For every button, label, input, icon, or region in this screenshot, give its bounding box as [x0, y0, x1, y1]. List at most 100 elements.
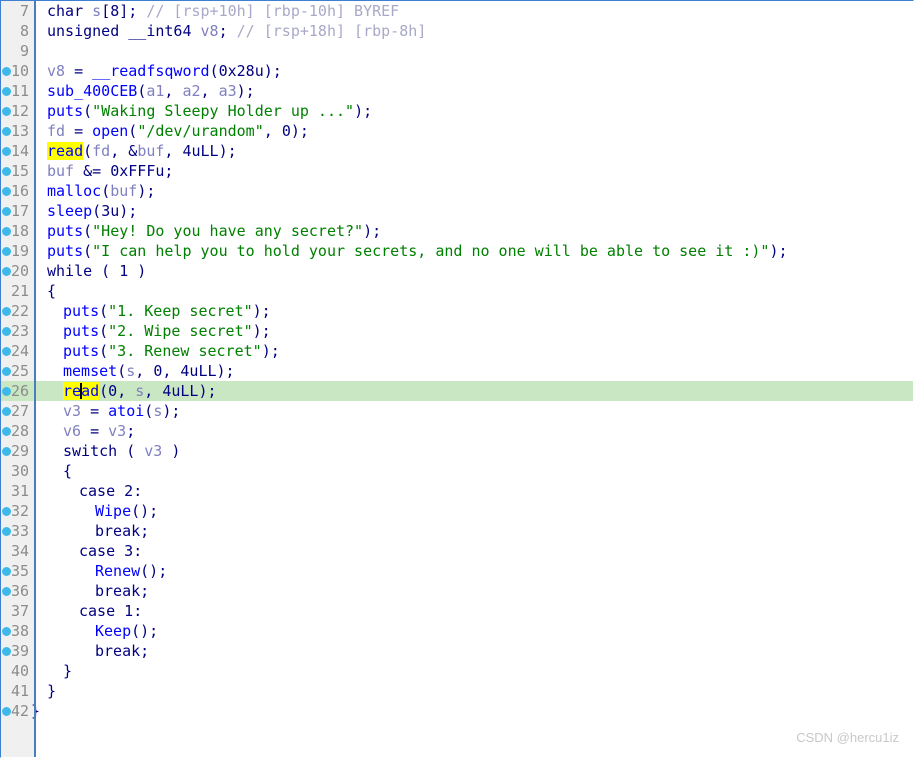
code-line[interactable]: 24 puts("3. Renew secret");	[1, 341, 913, 361]
line-number: 14	[10, 142, 29, 160]
code-text[interactable]: read(0, s, 4uLL);	[63, 381, 217, 401]
code-text[interactable]: case 3:	[79, 541, 142, 561]
code-line[interactable]: 22 puts("1. Keep secret");	[1, 301, 913, 321]
code-line[interactable]: 20 while ( 1 )	[1, 261, 913, 281]
code-line[interactable]: 37 case 1:	[1, 601, 913, 621]
code-line[interactable]: 38 Keep();	[1, 621, 913, 641]
line-number: 15	[10, 162, 29, 180]
code-line[interactable]: 29 switch ( v3 )	[1, 441, 913, 461]
line-number: 31	[10, 482, 29, 500]
line-number: 9	[19, 42, 29, 60]
line-number: 34	[10, 542, 29, 560]
code-line[interactable]: 17 sleep(3u);	[1, 201, 913, 221]
code-line[interactable]: 26 read(0, s, 4uLL);	[1, 381, 913, 401]
code-line[interactable]: 23 puts("2. Wipe secret");	[1, 321, 913, 341]
line-number: 10	[10, 62, 29, 80]
code-text[interactable]: Wipe();	[95, 501, 158, 521]
line-number: 23	[10, 322, 29, 340]
code-line[interactable]: 18 puts("Hey! Do you have any secret?");	[1, 221, 913, 241]
line-number: 13	[10, 122, 29, 140]
code-text[interactable]: v3 = atoi(s);	[63, 401, 180, 421]
code-line[interactable]: 25 memset(s, 0, 4uLL);	[1, 361, 913, 381]
code-line[interactable]: 39 break;	[1, 641, 913, 661]
line-number: 33	[10, 522, 29, 540]
code-text[interactable]: break;	[95, 581, 149, 601]
pseudocode-editor[interactable]: 7 char s[8]; // [rsp+10h] [rbp-10h] BYREF…	[0, 0, 914, 758]
code-text[interactable]: sleep(3u);	[47, 201, 137, 221]
code-text[interactable]: char s[8]; // [rsp+10h] [rbp-10h] BYREF	[47, 1, 399, 21]
code-line[interactable]: 40}	[1, 661, 913, 681]
code-line[interactable]: 31 case 2:	[1, 481, 913, 501]
code-text[interactable]: malloc(buf);	[47, 181, 155, 201]
line-number: 38	[10, 622, 29, 640]
line-number: 8	[19, 22, 29, 40]
code-text[interactable]: memset(s, 0, 4uLL);	[63, 361, 235, 381]
line-number: 17	[10, 202, 29, 220]
code-line[interactable]: 9	[1, 41, 913, 61]
code-text[interactable]: v6 = v3;	[63, 421, 135, 441]
code-line[interactable]: 33 break;	[1, 521, 913, 541]
code-text[interactable]: break;	[95, 641, 149, 661]
highlighted-identifier: read	[63, 382, 100, 400]
code-text[interactable]: unsigned __int64 v8; // [rsp+18h] [rbp-8…	[47, 21, 426, 41]
code-line[interactable]: 11 sub_400CEB(a1, a2, a3);	[1, 81, 913, 101]
code-line[interactable]: 8 unsigned __int64 v8; // [rsp+18h] [rbp-…	[1, 21, 913, 41]
code-line[interactable]: 12 puts("Waking Sleepy Holder up ...");	[1, 101, 913, 121]
code-line[interactable]: 27 v3 = atoi(s);	[1, 401, 913, 421]
code-line[interactable]: 19 puts("I can help you to hold your secr…	[1, 241, 913, 261]
line-number: 36	[10, 582, 29, 600]
code-text[interactable]: {	[47, 281, 56, 301]
line-number: 27	[10, 402, 29, 420]
line-number: 32	[10, 502, 29, 520]
code-text[interactable]: while ( 1 )	[47, 261, 146, 281]
code-text[interactable]: v8 = __readfsqword(0x28u);	[47, 61, 282, 81]
code-text[interactable]: puts("1. Keep secret");	[63, 301, 271, 321]
code-line[interactable]: 7 char s[8]; // [rsp+10h] [rbp-10h] BYREF	[1, 1, 913, 21]
code-line[interactable]: 36 break;	[1, 581, 913, 601]
watermark-label: CSDN @hercu1iz	[796, 730, 899, 745]
line-number: 28	[10, 422, 29, 440]
code-text[interactable]: buf &= 0xFFFu;	[47, 161, 173, 181]
code-line[interactable]: 15 buf &= 0xFFFu;	[1, 161, 913, 181]
code-text[interactable]: case 2:	[79, 481, 142, 501]
code-lines-container[interactable]: 7 char s[8]; // [rsp+10h] [rbp-10h] BYREF…	[1, 1, 913, 757]
code-text[interactable]: Keep();	[95, 621, 158, 641]
code-line[interactable]: 14 read(fd, &buf, 4uLL);	[1, 141, 913, 161]
code-line[interactable]: 42}	[1, 701, 913, 721]
code-text[interactable]: {	[63, 461, 72, 481]
code-line[interactable]: 28 v6 = v3;	[1, 421, 913, 441]
code-text[interactable]: puts("Hey! Do you have any secret?");	[47, 221, 381, 241]
code-text[interactable]: }	[47, 681, 56, 701]
code-line[interactable]: 35 Renew();	[1, 561, 913, 581]
code-text[interactable]: sub_400CEB(a1, a2, a3);	[47, 81, 255, 101]
gutter-separator-rule	[34, 1, 36, 757]
code-line[interactable]: 41}	[1, 681, 913, 701]
code-text[interactable]: puts("3. Renew secret");	[63, 341, 280, 361]
code-text[interactable]: break;	[95, 521, 149, 541]
code-text[interactable]: Renew();	[95, 561, 167, 581]
code-line[interactable]: 32 Wipe();	[1, 501, 913, 521]
code-line[interactable]: 10 v8 = __readfsqword(0x28u);	[1, 61, 913, 81]
code-line[interactable]: 13 fd = open("/dev/urandom", 0);	[1, 121, 913, 141]
line-number: 16	[10, 182, 29, 200]
code-text[interactable]: case 1:	[79, 601, 142, 621]
line-number: 20	[10, 262, 29, 280]
code-text[interactable]: }	[63, 661, 72, 681]
code-text[interactable]: puts("I can help you to hold your secret…	[47, 241, 788, 261]
line-number: 39	[10, 642, 29, 660]
code-text[interactable]: puts("2. Wipe secret");	[63, 321, 271, 341]
code-text[interactable]: read(fd, &buf, 4uLL);	[47, 141, 237, 161]
code-text[interactable]: puts("Waking Sleepy Holder up ...");	[47, 101, 372, 121]
code-line[interactable]: 16 malloc(buf);	[1, 181, 913, 201]
line-number: 40	[10, 662, 29, 680]
code-text[interactable]: fd = open("/dev/urandom", 0);	[47, 121, 309, 141]
line-number: 41	[10, 682, 29, 700]
code-line[interactable]: 21 {	[1, 281, 913, 301]
line-number: 25	[10, 362, 29, 380]
line-number: 22	[10, 302, 29, 320]
code-text[interactable]: switch ( v3 )	[63, 441, 180, 461]
text-caret	[80, 383, 83, 399]
line-number: 21	[10, 282, 29, 300]
code-line[interactable]: 34 case 3:	[1, 541, 913, 561]
code-line[interactable]: 30 {	[1, 461, 913, 481]
